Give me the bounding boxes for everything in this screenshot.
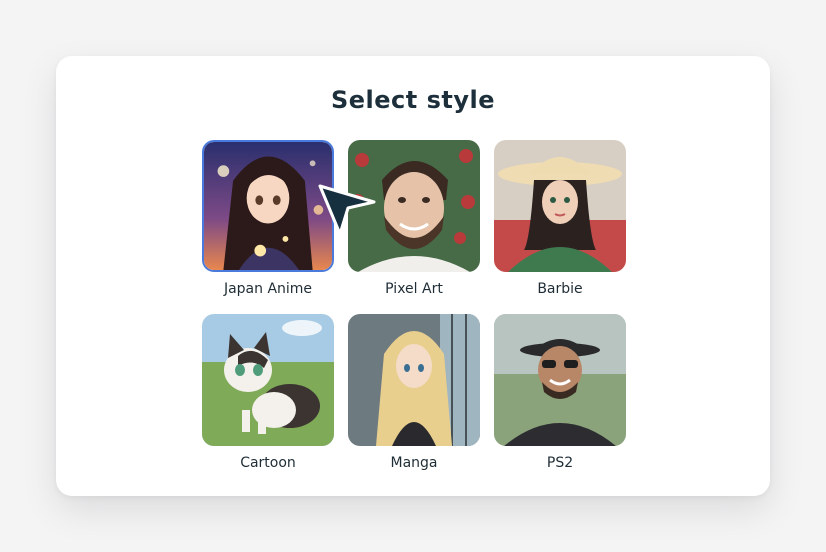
style-label: Barbie [537,281,583,297]
style-label: Manga [390,455,438,471]
cartoon-thumbnail [202,314,334,446]
style-option-barbie[interactable]: Barbie [494,140,626,297]
ps2-thumbnail [494,314,626,446]
dialog-title: Select style [330,86,496,114]
style-label: Cartoon [240,455,296,471]
style-label: Japan Anime [223,281,313,297]
manga-thumbnail [348,314,480,446]
barbie-thumbnail [494,140,626,272]
style-option-pixel-art[interactable]: Pixel Art [348,140,480,297]
pixel-art-thumbnail [348,140,480,272]
style-label: PS2 [546,455,574,471]
style-option-cartoon[interactable]: Cartoon [202,314,334,471]
style-option-ps2[interactable]: PS2 [494,314,626,471]
style-option-manga[interactable]: Manga [348,314,480,471]
japan-anime-thumbnail [202,140,334,272]
style-label: Pixel Art [385,281,443,297]
style-option-japan-anime[interactable]: Japan Anime [202,140,334,297]
